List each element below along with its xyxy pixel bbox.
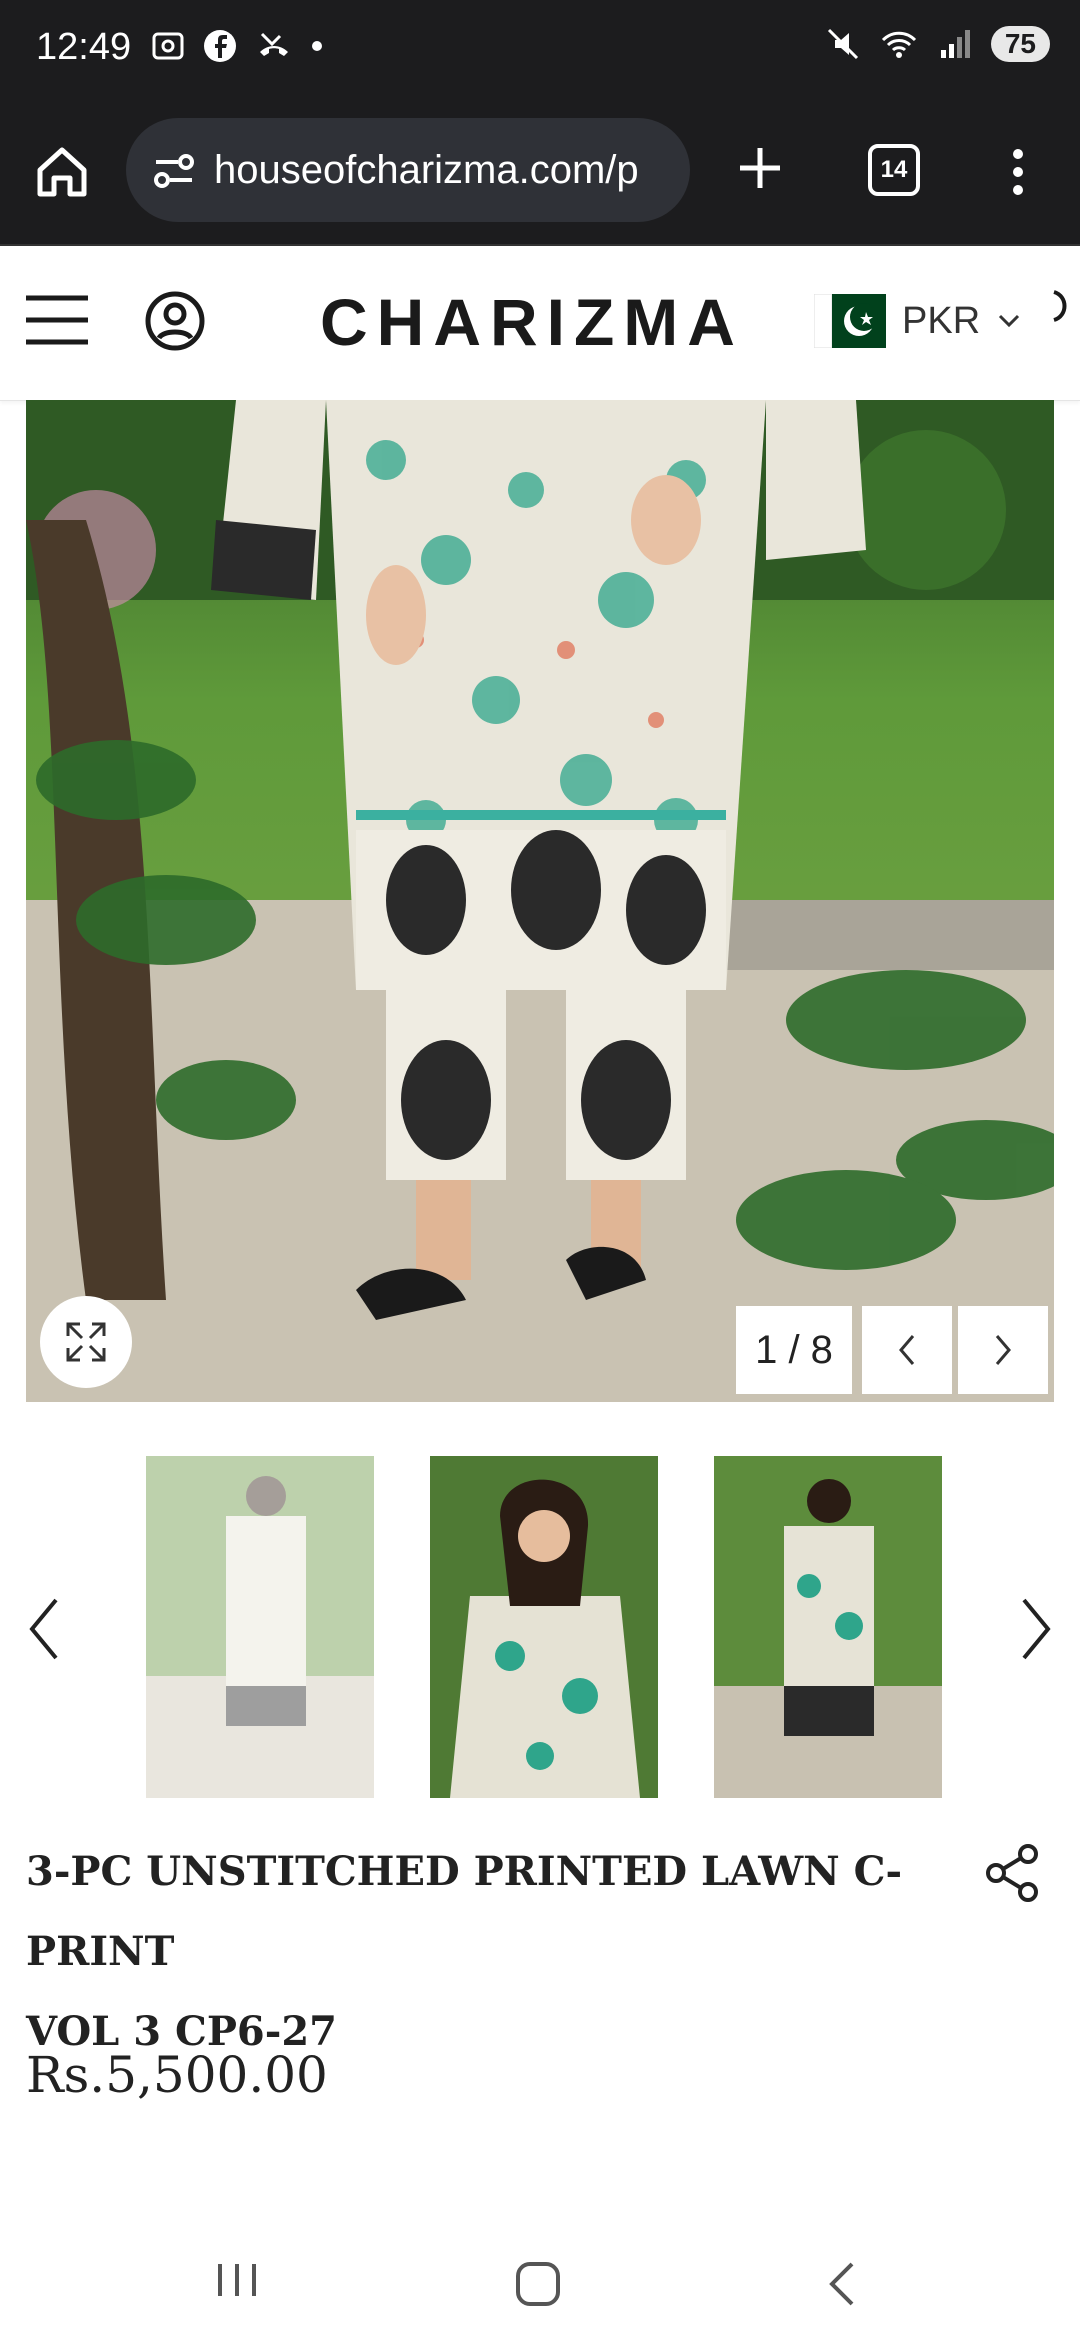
- dot-icon: [312, 41, 322, 51]
- system-navigation-bar: [0, 2220, 1080, 2340]
- signal-icon: [940, 30, 970, 58]
- product-price: Rs.5,500.00: [26, 2046, 328, 2104]
- thumbnail-prev-icon[interactable]: [24, 1594, 64, 1664]
- facebook-icon: [204, 30, 236, 62]
- back-icon[interactable]: [824, 2260, 860, 2308]
- thumbnail-image: [146, 1456, 374, 1798]
- thumbnail-image: [714, 1456, 942, 1798]
- site-logo[interactable]: CHARIZMA: [320, 284, 744, 360]
- expand-icon: [66, 1322, 106, 1362]
- thumbnail-1[interactable]: [146, 1456, 374, 1798]
- chevron-left-icon: [899, 1335, 915, 1365]
- thumbnail-strip: [0, 1456, 1080, 1798]
- thumbnail-3[interactable]: [714, 1456, 942, 1798]
- notification-icons: [150, 28, 324, 64]
- currency-label: PKR: [902, 299, 981, 342]
- menu-icon[interactable]: [24, 292, 90, 348]
- new-tab-icon[interactable]: [728, 136, 792, 200]
- browser-toolbar: houseofcharizma.com/p 14: [0, 100, 1080, 246]
- status-bar: 12:49 75: [0, 0, 1080, 100]
- chevron-down-icon: [999, 314, 1020, 328]
- product-title-line-1: 3-PC UNSTITCHED PRINTED LAWN C-PRINT: [26, 1848, 903, 1975]
- thumbnail-2[interactable]: [430, 1456, 658, 1798]
- image-counter: 1 / 8: [736, 1306, 852, 1394]
- next-image-button[interactable]: [958, 1306, 1048, 1394]
- recent-apps-icon[interactable]: [214, 2260, 260, 2300]
- pakistan-flag-icon: [814, 294, 886, 348]
- address-bar[interactable]: houseofcharizma.com/p: [126, 118, 690, 222]
- missed-call-icon: [260, 32, 288, 56]
- screenshot-icon: [152, 32, 184, 60]
- previous-image-button[interactable]: [862, 1306, 952, 1394]
- status-time: 12:49: [36, 26, 132, 68]
- fullscreen-button[interactable]: [40, 1296, 132, 1388]
- home-icon[interactable]: [30, 140, 94, 204]
- thumbnail-image: [430, 1456, 658, 1798]
- more-options-icon[interactable]: [1000, 140, 1036, 204]
- product-photo: [26, 400, 1054, 1402]
- site-header: CHARIZMA PKR: [0, 246, 1080, 401]
- share-icon[interactable]: [982, 1842, 1044, 1904]
- site-settings-icon[interactable]: [150, 146, 198, 194]
- currency-selector[interactable]: PKR: [814, 294, 1022, 348]
- home-button-icon[interactable]: [514, 2260, 562, 2308]
- account-icon[interactable]: [144, 290, 206, 352]
- tab-switcher-button[interactable]: 14: [868, 144, 920, 196]
- product-main-image[interactable]: 1 / 8: [26, 400, 1054, 1402]
- wifi-icon: [881, 31, 916, 58]
- url-text[interactable]: houseofcharizma.com/p: [214, 148, 684, 193]
- product-title: 3-PC UNSTITCHED PRINTED LAWN C-PRINT VOL…: [26, 1832, 966, 2072]
- chevron-right-icon: [995, 1335, 1011, 1365]
- cart-icon-partial[interactable]: [1050, 286, 1070, 326]
- mute-icon: [827, 28, 858, 60]
- thumbnail-next-icon[interactable]: [1016, 1594, 1056, 1664]
- battery-indicator: 75: [990, 26, 1050, 62]
